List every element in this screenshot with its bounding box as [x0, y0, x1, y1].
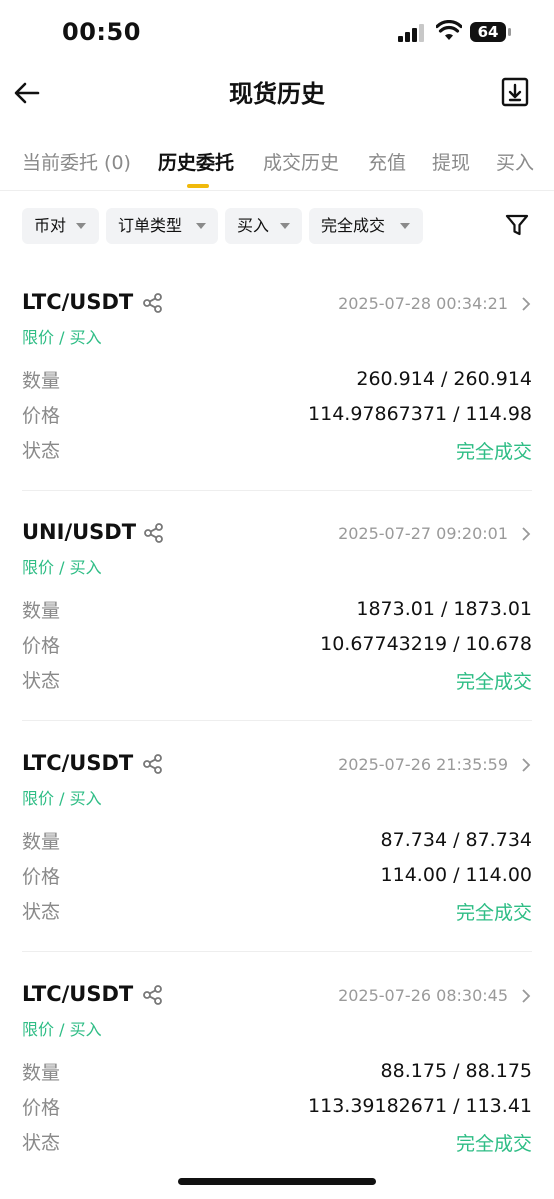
price-label: 价格 [22, 866, 61, 888]
order-type: 限价 / 买入 [22, 558, 102, 577]
caret-down-icon [196, 223, 206, 229]
quantity-label: 数量 [22, 1062, 61, 1084]
caret-down-icon [400, 223, 410, 229]
tab-buy[interactable]: 买入 [496, 148, 534, 175]
battery-level: 64 [477, 23, 499, 41]
price-label: 价格 [22, 635, 61, 657]
quantity-value: 88.175 / 88.175 [380, 1060, 532, 1082]
price-label: 价格 [22, 405, 61, 427]
status-value: 完全成交 [455, 441, 532, 463]
order-pair: LTC/USDT [22, 751, 134, 775]
status-value: 完全成交 [455, 902, 532, 924]
status-time: 00:50 [62, 18, 141, 46]
filter-status-label: 完全成交 [321, 216, 386, 235]
order-datetime: 2025-07-26 21:35:59 [338, 755, 508, 774]
status-label: 状态 [22, 901, 61, 923]
filter-order-type-label: 订单类型 [118, 216, 183, 235]
filter-order-type[interactable]: 订单类型 [106, 208, 218, 244]
quantity-label: 数量 [22, 370, 61, 392]
download-icon[interactable] [500, 76, 530, 108]
quantity-label: 数量 [22, 600, 61, 622]
quantity-value: 1873.01 / 1873.01 [356, 598, 532, 620]
tab-order-history[interactable]: 历史委托 [158, 148, 234, 175]
order-pair: LTC/USDT [22, 982, 134, 1006]
chevron-right-icon[interactable] [520, 296, 532, 312]
quantity-value: 87.734 / 87.734 [380, 829, 532, 851]
tab-open-orders[interactable]: 当前委托 (0) [22, 148, 131, 175]
price-label: 价格 [22, 1097, 61, 1119]
order-card[interactable]: LTC/USDT 2025-07-26 21:35:59 限价 / 买入 数量 … [22, 751, 532, 952]
order-datetime: 2025-07-28 00:34:21 [338, 294, 508, 313]
share-icon[interactable] [143, 522, 165, 544]
active-tab-indicator [187, 184, 209, 188]
order-type: 限价 / 买入 [22, 789, 102, 808]
wifi-icon [436, 20, 462, 40]
share-icon[interactable] [142, 753, 164, 775]
tab-trade-history[interactable]: 成交历史 [263, 148, 339, 175]
status-label: 状态 [22, 1132, 61, 1154]
filter-pair-label: 币对 [34, 216, 67, 235]
order-datetime: 2025-07-26 08:30:45 [338, 986, 508, 1005]
price-value: 113.39182671 / 113.41 [308, 1095, 532, 1117]
page-title: 现货历史 [229, 80, 325, 108]
price-value: 10.67743219 / 10.678 [320, 633, 532, 655]
order-card[interactable]: UNI/USDT 2025-07-27 09:20:01 限价 / 买入 数量 … [22, 520, 532, 721]
divider [22, 720, 532, 721]
cellular-signal-icon [398, 24, 424, 42]
order-card[interactable]: LTC/USDT 2025-07-26 08:30:45 限价 / 买入 数量 … [22, 982, 532, 1172]
share-icon[interactable] [142, 292, 164, 314]
quantity-value: 260.914 / 260.914 [356, 368, 532, 390]
divider [0, 190, 554, 191]
filter-pair[interactable]: 币对 [22, 208, 99, 244]
status-value: 完全成交 [455, 671, 532, 693]
chevron-right-icon[interactable] [520, 988, 532, 1004]
order-type: 限价 / 买入 [22, 1020, 102, 1039]
order-pair: LTC/USDT [22, 290, 134, 314]
filter-side[interactable]: 买入 [225, 208, 302, 244]
order-type: 限价 / 买入 [22, 328, 102, 347]
divider [22, 951, 532, 952]
tab-withdraw[interactable]: 提现 [432, 148, 470, 175]
chevron-right-icon[interactable] [520, 757, 532, 773]
price-value: 114.97867371 / 114.98 [308, 403, 532, 425]
home-indicator[interactable] [178, 1178, 376, 1185]
order-card[interactable]: LTC/USDT 2025-07-28 00:34:21 限价 / 买入 数量 … [22, 290, 532, 491]
tab-deposit[interactable]: 充值 [368, 148, 406, 175]
price-value: 114.00 / 114.00 [380, 864, 532, 886]
filter-status[interactable]: 完全成交 [309, 208, 423, 244]
status-label: 状态 [22, 440, 61, 462]
status-label: 状态 [22, 670, 61, 692]
caret-down-icon [76, 223, 86, 229]
order-datetime: 2025-07-27 09:20:01 [338, 524, 508, 543]
caret-down-icon [280, 223, 290, 229]
chevron-right-icon[interactable] [520, 526, 532, 542]
status-value: 完全成交 [455, 1133, 532, 1155]
filter-side-label: 买入 [237, 216, 270, 235]
filter-funnel-icon[interactable] [504, 212, 530, 238]
battery-icon: 64 [470, 22, 512, 42]
share-icon[interactable] [142, 984, 164, 1006]
divider [22, 490, 532, 491]
order-pair: UNI/USDT [22, 520, 137, 544]
quantity-label: 数量 [22, 831, 61, 853]
